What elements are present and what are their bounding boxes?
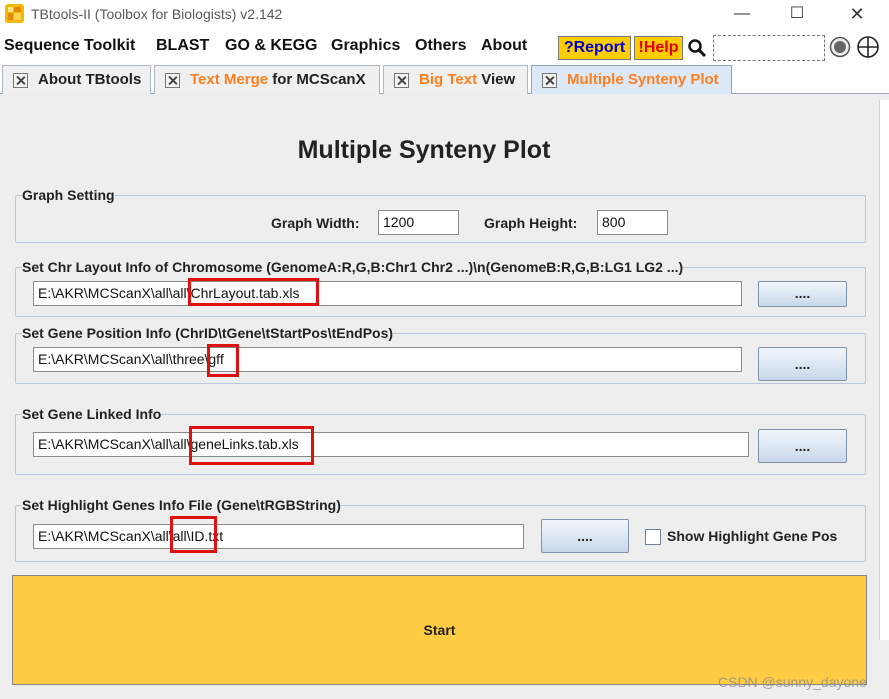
title-bar: TBtools-II (Toolbox for Biologists) v2.1… — [0, 0, 889, 30]
graph-setting-legend: Graph Setting — [22, 187, 115, 203]
gene-position-browse-button[interactable]: .... — [758, 347, 847, 381]
tab-big-text-view[interactable]: Big Text View — [383, 65, 528, 94]
menu-others[interactable]: Others — [415, 37, 467, 55]
report-button[interactable]: ?Report — [558, 36, 631, 60]
tab-label: Text Merge for MCScanX — [190, 71, 366, 88]
highlight-genes-path-input[interactable]: E:\AKR\MCScanX\all\all\ID.txt — [33, 524, 524, 549]
chr-layout-path-input[interactable]: E:\AKR\MCScanX\all\all\ChrLayout.tab.xls — [33, 281, 742, 306]
side-scroll-strip — [879, 100, 889, 640]
graph-width-label: Graph Width: — [271, 215, 360, 231]
tab-label: About TBtools — [38, 71, 142, 88]
graph-height-label: Graph Height: — [484, 215, 578, 231]
maximize-button[interactable]: ☐ — [777, 3, 817, 27]
highlight-annotation-box — [188, 278, 319, 306]
chr-layout-browse-button[interactable]: .... — [758, 281, 847, 307]
page-title: Multiple Synteny Plot — [297, 136, 551, 164]
search-input[interactable] — [713, 35, 825, 61]
highlight-annotation-box — [170, 516, 217, 553]
highlight-genes-browse-button[interactable]: .... — [541, 519, 629, 553]
tab-label: Multiple Synteny Plot — [567, 71, 719, 88]
tab-text-merge[interactable]: Text Merge for MCScanX — [154, 65, 380, 94]
tbtools-logo-icon — [5, 4, 24, 23]
menu-go-kegg[interactable]: GO & KEGG — [225, 37, 317, 55]
gene-linked-path-input[interactable]: E:\AKR\MCScanX\all\all\geneLinks.tab.xls — [33, 432, 749, 457]
tab-about-tbtools[interactable]: About TBtools — [2, 65, 151, 94]
watermark-text: CSDN @sunny_dayone — [718, 674, 867, 690]
window-title: TBtools-II (Toolbox for Biologists) v2.1… — [31, 6, 283, 22]
start-button[interactable]: Start — [12, 575, 867, 685]
gene-linked-browse-button[interactable]: .... — [758, 429, 847, 463]
gene-linked-legend: Set Gene Linked Info — [22, 406, 162, 422]
highlight-annotation-box — [207, 344, 239, 377]
highlight-genes-legend: Set Highlight Genes Info File (Gene\tRGB… — [22, 497, 341, 513]
gene-position-path-input[interactable]: E:\AKR\MCScanX\all\three\gff — [33, 347, 742, 372]
minimize-button[interactable]: — — [722, 3, 762, 27]
menu-blast[interactable]: BLAST — [156, 37, 209, 55]
tab-close-icon[interactable] — [394, 73, 409, 88]
show-highlight-gene-pos-checkbox[interactable] — [645, 529, 661, 545]
close-window-button[interactable]: ✕ — [837, 3, 877, 27]
highlight-annotation-box — [189, 426, 314, 465]
tab-close-icon[interactable] — [542, 73, 557, 88]
menu-about[interactable]: About — [481, 37, 527, 55]
search-icon[interactable] — [687, 38, 707, 58]
tab-close-icon[interactable] — [13, 73, 28, 88]
tab-bar: About TBtools Text Merge for MCScanX Big… — [0, 63, 889, 94]
tab-close-icon[interactable] — [165, 73, 180, 88]
menu-bar: Sequence Toolkit BLAST GO & KEGG Graphic… — [0, 33, 889, 61]
graph-height-input[interactable]: 800 — [597, 210, 668, 235]
gene-position-legend: Set Gene Position Info (ChrID\tGene\tSta… — [22, 325, 394, 341]
tab-label: Big Text View — [419, 71, 516, 88]
show-highlight-gene-pos-label: Show Highlight Gene Pos — [667, 528, 838, 544]
record-icon[interactable] — [829, 36, 851, 58]
help-button[interactable]: !Help — [634, 36, 683, 60]
graph-width-input[interactable]: 1200 — [378, 210, 459, 235]
globe-icon[interactable] — [856, 35, 880, 59]
tab-multiple-synteny-plot[interactable]: Multiple Synteny Plot — [531, 65, 732, 94]
menu-sequence-toolkit[interactable]: Sequence Toolkit — [4, 37, 135, 55]
chr-layout-legend: Set Chr Layout Info of Chromosome (Genom… — [22, 259, 684, 275]
menu-graphics[interactable]: Graphics — [331, 37, 400, 55]
